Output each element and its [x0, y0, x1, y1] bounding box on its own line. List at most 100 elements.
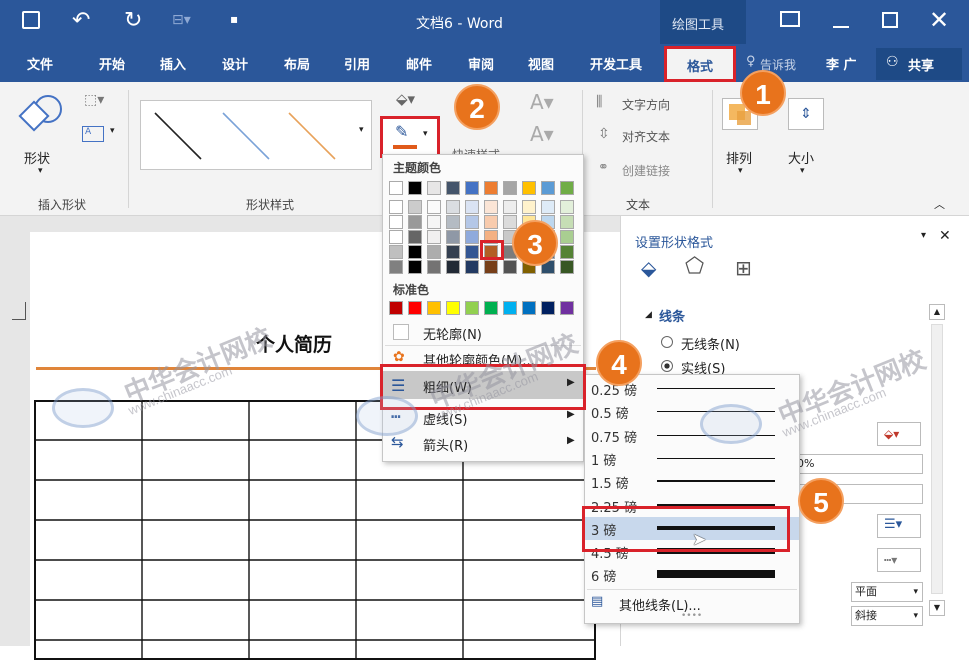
- resize-grip-icon[interactable]: ••••: [681, 611, 702, 621]
- weight-option[interactable]: 6 磅: [585, 563, 799, 586]
- theme-color-swatch[interactable]: [389, 215, 403, 229]
- shape-dropdown-arrow-icon[interactable]: ▾: [38, 166, 43, 176]
- theme-color-swatch[interactable]: [560, 200, 574, 214]
- style-swatch-orange[interactable]: [285, 109, 341, 163]
- theme-color-swatch[interactable]: [484, 215, 498, 229]
- text-direction-icon[interactable]: ⫼: [596, 94, 602, 110]
- no-line-radio[interactable]: [661, 336, 673, 348]
- tab-layout[interactable]: 布局: [284, 54, 310, 73]
- theme-color-swatch[interactable]: [389, 245, 403, 259]
- tab-format[interactable]: 格式: [664, 46, 736, 82]
- theme-color-swatch[interactable]: [408, 200, 422, 214]
- standard-color-swatch[interactable]: [408, 301, 422, 315]
- tab-view[interactable]: 视图: [528, 54, 554, 73]
- standard-color-swatch[interactable]: [389, 301, 403, 315]
- theme-color-swatch[interactable]: [465, 200, 479, 214]
- theme-color-swatch[interactable]: [522, 200, 536, 214]
- fill-line-icon[interactable]: ⬙: [641, 256, 656, 280]
- minimize-icon[interactable]: [833, 26, 849, 28]
- close-icon[interactable]: ✕: [929, 6, 949, 34]
- create-link-button[interactable]: 创建链接: [622, 162, 670, 179]
- theme-color-swatch[interactable]: [427, 260, 441, 274]
- theme-color-swatch[interactable]: [465, 230, 479, 244]
- join-type-select[interactable]: 斜接 ▾: [851, 606, 923, 626]
- pane-scrollbar[interactable]: [931, 324, 943, 594]
- standard-color-swatch[interactable]: [465, 301, 479, 315]
- theme-color-swatch[interactable]: [465, 245, 479, 259]
- style-swatch-blue[interactable]: [219, 109, 275, 163]
- pane-scroll-up-icon[interactable]: ▲: [929, 304, 945, 320]
- dash-type-button[interactable]: ┅▾: [877, 548, 921, 572]
- section-collapse-icon[interactable]: ◢: [645, 310, 652, 320]
- theme-color-swatch[interactable]: [560, 215, 574, 229]
- theme-color-swatch[interactable]: [446, 181, 460, 195]
- save-icon[interactable]: [22, 11, 40, 29]
- solid-line-radio[interactable]: [661, 360, 673, 372]
- effects-pentagon-icon[interactable]: ⬠: [685, 254, 704, 279]
- theme-color-swatch[interactable]: [446, 230, 460, 244]
- text-direction-button[interactable]: 文字方向: [622, 96, 670, 113]
- theme-color-swatch[interactable]: [560, 245, 574, 259]
- edit-shape-icon[interactable]: ⬚▾: [84, 92, 104, 108]
- wordart-outline-icon[interactable]: A▾: [530, 122, 554, 146]
- standard-color-swatch[interactable]: [503, 301, 517, 315]
- align-text-icon[interactable]: ⇳: [598, 126, 610, 142]
- link-icon[interactable]: ⚭: [598, 160, 609, 175]
- shape-button-label[interactable]: 形状: [24, 148, 50, 167]
- tab-mailings[interactable]: 邮件: [406, 54, 432, 73]
- weight-option[interactable]: 1.5 磅: [585, 470, 799, 493]
- theme-color-swatch[interactable]: [446, 245, 460, 259]
- theme-color-swatch[interactable]: [427, 181, 441, 195]
- theme-color-swatch[interactable]: [408, 215, 422, 229]
- theme-color-swatch[interactable]: [446, 260, 460, 274]
- theme-color-swatch[interactable]: [503, 181, 517, 195]
- theme-color-swatch[interactable]: [408, 181, 422, 195]
- collapse-ribbon-icon[interactable]: ︿: [934, 196, 945, 212]
- arrows-item[interactable]: ⇆ 箭头(R) ▶: [383, 431, 583, 455]
- line-color-button[interactable]: ⬙▾: [877, 422, 921, 446]
- shape-fill-icon[interactable]: ⬙▾: [396, 90, 415, 108]
- standard-color-swatch[interactable]: [560, 301, 574, 315]
- theme-color-swatch[interactable]: [427, 215, 441, 229]
- tab-developer[interactable]: 开发工具: [590, 54, 642, 73]
- theme-color-swatch[interactable]: [560, 181, 574, 195]
- theme-color-swatch[interactable]: [465, 181, 479, 195]
- theme-color-swatch[interactable]: [446, 200, 460, 214]
- undo-icon[interactable]: ↶: [72, 8, 90, 33]
- no-line-label[interactable]: 无线条(N): [681, 334, 740, 353]
- style-swatch-dark[interactable]: [151, 109, 207, 163]
- tab-file[interactable]: 文件: [27, 54, 53, 73]
- standard-color-swatch[interactable]: [484, 301, 498, 315]
- pane-scroll-down-icon[interactable]: ▼: [929, 600, 945, 616]
- standard-color-swatch[interactable]: [427, 301, 441, 315]
- user-name[interactable]: 李 广: [826, 54, 857, 73]
- tab-review[interactable]: 审阅: [468, 54, 494, 73]
- share-button[interactable]: ⚇ 共享: [876, 48, 962, 80]
- theme-color-swatch[interactable]: [465, 215, 479, 229]
- theme-color-swatch[interactable]: [541, 181, 555, 195]
- standard-color-swatch[interactable]: [541, 301, 555, 315]
- redo-icon[interactable]: ↻: [124, 8, 142, 33]
- align-text-button[interactable]: 对齐文本: [622, 128, 670, 145]
- shape-styles-gallery[interactable]: ▾: [140, 100, 372, 170]
- theme-color-swatch[interactable]: [408, 245, 422, 259]
- textbox-icon[interactable]: A: [82, 126, 104, 142]
- theme-color-swatch[interactable]: [484, 260, 498, 274]
- line-section-header[interactable]: 线条: [659, 306, 685, 325]
- theme-color-swatch[interactable]: [427, 245, 441, 259]
- theme-color-swatch[interactable]: [389, 260, 403, 274]
- gallery-more-icon[interactable]: ▾: [359, 125, 364, 135]
- theme-color-swatch[interactable]: [503, 215, 517, 229]
- compound-type-button[interactable]: ☰▾: [877, 514, 921, 538]
- pane-close-icon[interactable]: ✕: [939, 228, 951, 244]
- theme-color-swatch[interactable]: [560, 230, 574, 244]
- theme-color-swatch[interactable]: [427, 230, 441, 244]
- theme-color-swatch[interactable]: [484, 200, 498, 214]
- table-icon[interactable]: ⊟▾: [172, 12, 191, 28]
- theme-color-swatch[interactable]: [503, 260, 517, 274]
- theme-color-swatch[interactable]: [484, 181, 498, 195]
- theme-color-swatch[interactable]: [389, 230, 403, 244]
- theme-color-swatch[interactable]: [446, 215, 460, 229]
- tab-insert[interactable]: 插入: [160, 54, 186, 73]
- weight-option[interactable]: 0.75 磅: [585, 424, 799, 447]
